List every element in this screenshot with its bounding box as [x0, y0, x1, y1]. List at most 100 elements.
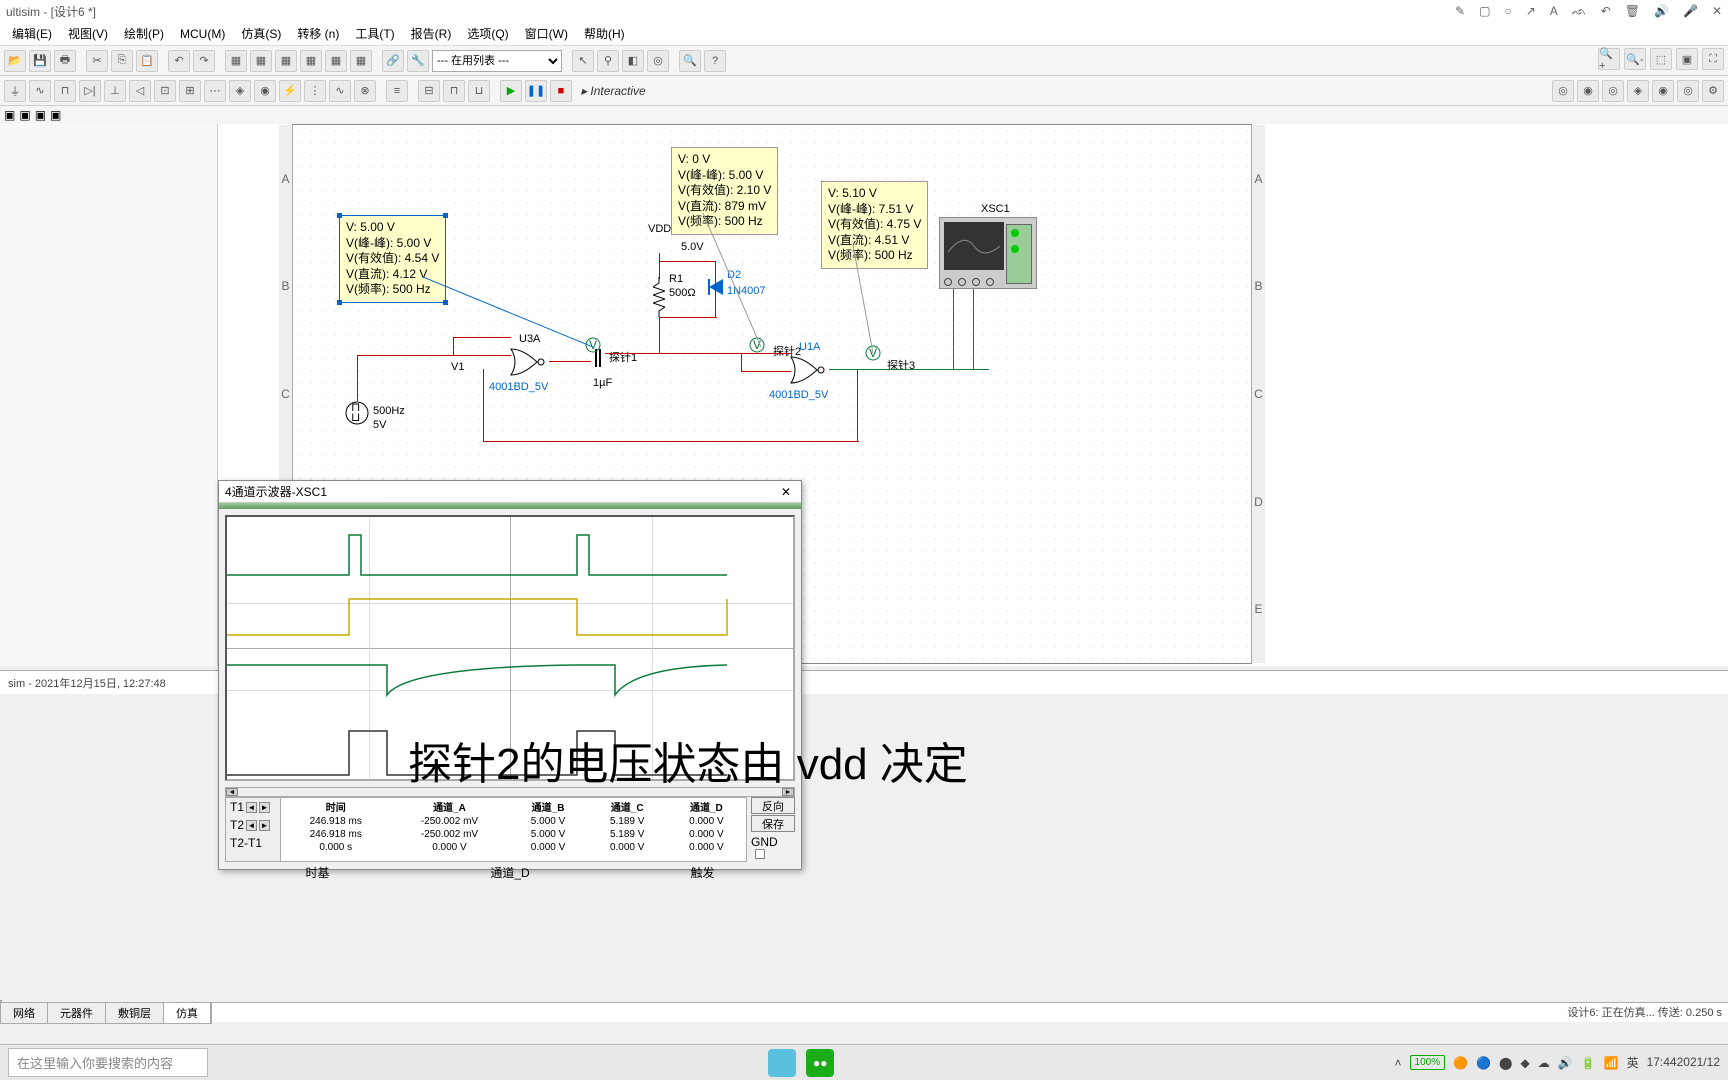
- cursor-icon[interactable]: ↖: [572, 50, 594, 72]
- instrument5-icon[interactable]: ◉: [1652, 80, 1674, 102]
- open-icon[interactable]: 📂: [4, 50, 26, 72]
- print-icon[interactable]: 🖶: [54, 50, 76, 72]
- bus-icon[interactable]: ≡: [386, 80, 408, 102]
- square-icon[interactable]: ▢: [1479, 4, 1490, 18]
- tray-icon1[interactable]: 🟠: [1453, 1056, 1468, 1070]
- menu-window[interactable]: 窗口(W): [517, 23, 576, 44]
- brush-icon[interactable]: ᨒ: [1572, 4, 1587, 19]
- gate-u3a[interactable]: [509, 347, 555, 497]
- menu-transfer[interactable]: 转移 (n): [289, 23, 347, 44]
- connector-icon[interactable]: ⊓: [443, 80, 465, 102]
- zoom-icon[interactable]: 🔍: [679, 50, 701, 72]
- osc-titlebar[interactable]: 4通道示波器-XSC1 ✕: [219, 481, 801, 503]
- tray-battery2-icon[interactable]: 🔋: [1581, 1056, 1596, 1070]
- probe3-readout[interactable]: V: 5.10 V V(峰-峰): 7.51 V V(有效值): 4.75 V …: [821, 181, 928, 269]
- t1-left[interactable]: ◄: [246, 802, 257, 813]
- tray-volume-icon[interactable]: 🔊: [1558, 1056, 1573, 1070]
- tray-cloud-icon[interactable]: ☁: [1538, 1056, 1550, 1070]
- rf-icon[interactable]: ∿: [329, 80, 351, 102]
- instrument6-icon[interactable]: ◎: [1677, 80, 1699, 102]
- mixed-icon[interactable]: ◈: [229, 80, 251, 102]
- menu-sim[interactable]: 仿真(S): [233, 23, 289, 44]
- ttl-icon[interactable]: ⊡: [154, 80, 176, 102]
- sheet4-icon[interactable]: ▦: [300, 50, 322, 72]
- clock-time[interactable]: 17:44: [1647, 1056, 1677, 1069]
- sheet2-icon[interactable]: ▦: [250, 50, 272, 72]
- sheet1-icon[interactable]: ▦: [225, 50, 247, 72]
- mic-icon[interactable]: 🎤: [1683, 4, 1698, 18]
- resistor-r1[interactable]: [653, 277, 665, 317]
- instrument4-icon[interactable]: ◈: [1627, 80, 1649, 102]
- sheet3-icon[interactable]: ▦: [275, 50, 297, 72]
- reverse-button[interactable]: 反向: [751, 797, 795, 814]
- probe2-marker[interactable]: V: [749, 337, 765, 353]
- menu-options[interactable]: 选项(Q): [459, 23, 516, 44]
- menu-draw[interactable]: 绘制(P): [116, 23, 172, 44]
- diode-icon[interactable]: ▷|: [79, 80, 101, 102]
- ime-label[interactable]: 英: [1627, 1054, 1639, 1071]
- taskbar-app1[interactable]: [768, 1049, 796, 1077]
- meter-icon[interactable]: ◧: [622, 50, 644, 72]
- cut-icon[interactable]: ✂: [86, 50, 108, 72]
- tab-copper[interactable]: 敷铜层: [106, 1003, 164, 1023]
- resistor-icon[interactable]: ⊓: [54, 80, 76, 102]
- t1-right[interactable]: ►: [259, 802, 270, 813]
- probe1-marker[interactable]: V: [585, 337, 601, 353]
- sheet5-icon[interactable]: ▦: [325, 50, 347, 72]
- gnd-port[interactable]: [755, 849, 765, 859]
- close-icon[interactable]: ✕: [1712, 4, 1722, 18]
- electro-icon[interactable]: ⊗: [354, 80, 376, 102]
- misc-icon[interactable]: ⋯: [204, 80, 226, 102]
- interactive-label[interactable]: ▸ Interactive: [575, 84, 652, 98]
- osc-cursor-bar[interactable]: [219, 503, 801, 509]
- analog-icon[interactable]: ◁: [129, 80, 151, 102]
- close-icon[interactable]: ✕: [777, 485, 795, 499]
- link-icon[interactable]: 🔗: [382, 50, 404, 72]
- tray-wifi-icon[interactable]: 📶: [1604, 1056, 1619, 1070]
- instrument3-icon[interactable]: ◎: [1602, 80, 1624, 102]
- probe3-marker[interactable]: V: [865, 345, 881, 361]
- zoom-fit-icon[interactable]: ▣: [1676, 48, 1698, 70]
- net-icon[interactable]: ⊔: [468, 80, 490, 102]
- menu-mcu[interactable]: MCU(M): [172, 25, 233, 43]
- tab-sim[interactable]: 仿真: [164, 1003, 211, 1023]
- save-icon[interactable]: 💾: [29, 50, 51, 72]
- fullscreen-icon[interactable]: ⛶: [1702, 48, 1724, 70]
- instrument1-icon[interactable]: ◎: [1552, 80, 1574, 102]
- diode-d2[interactable]: [707, 279, 725, 295]
- save-button[interactable]: 保存: [751, 815, 795, 832]
- help-icon[interactable]: ?: [704, 50, 726, 72]
- probe2-readout[interactable]: V: 0 V V(峰-峰): 5.00 V V(有效值): 2.10 V V(直…: [671, 147, 778, 235]
- battery-icon[interactable]: 100%: [1410, 1055, 1446, 1070]
- tab-net[interactable]: 网络: [1, 1003, 48, 1023]
- zoom-out-icon[interactable]: 🔍-: [1624, 48, 1646, 70]
- run-button[interactable]: ▶: [500, 80, 522, 102]
- ground-icon[interactable]: ⏚: [4, 80, 26, 102]
- cmos-icon[interactable]: ⊞: [179, 80, 201, 102]
- undo-icon[interactable]: ↶: [168, 50, 190, 72]
- copy-icon[interactable]: ⎘: [111, 50, 133, 72]
- source-comp-icon[interactable]: ∿: [29, 80, 51, 102]
- text-icon[interactable]: A: [1550, 4, 1558, 18]
- circle-icon[interactable]: ○: [1504, 4, 1511, 18]
- misc2-icon[interactable]: ⋮: [304, 80, 326, 102]
- power-icon[interactable]: ⚡: [279, 80, 301, 102]
- wrench-icon[interactable]: 🔧: [407, 50, 429, 72]
- stop-button[interactable]: ■: [550, 80, 572, 102]
- menu-view[interactable]: 视图(V): [60, 23, 116, 44]
- t2-left[interactable]: ◄: [246, 820, 257, 831]
- hierarchy-icon[interactable]: ⊟: [418, 80, 440, 102]
- menu-tools[interactable]: 工具(T): [347, 23, 402, 44]
- tray-icon3[interactable]: ⬤: [1499, 1056, 1512, 1070]
- zoom-area-icon[interactable]: ⬚: [1650, 48, 1672, 70]
- speaker-icon[interactable]: 🔊: [1654, 4, 1669, 18]
- source-v1[interactable]: ⊓⊔: [345, 401, 369, 425]
- pause-button[interactable]: ❚❚: [525, 80, 547, 102]
- gate-u1a[interactable]: [789, 355, 835, 385]
- probe-icon[interactable]: ⚲: [597, 50, 619, 72]
- windows-search[interactable]: 在这里输入你要搜索的内容: [8, 1048, 208, 1077]
- oscilloscope-window[interactable]: 4通道示波器-XSC1 ✕ ◄ ►: [218, 480, 802, 870]
- redo-icon[interactable]: ↷: [193, 50, 215, 72]
- tray-up-icon[interactable]: ˄: [1395, 1056, 1402, 1070]
- t2-right[interactable]: ►: [259, 820, 270, 831]
